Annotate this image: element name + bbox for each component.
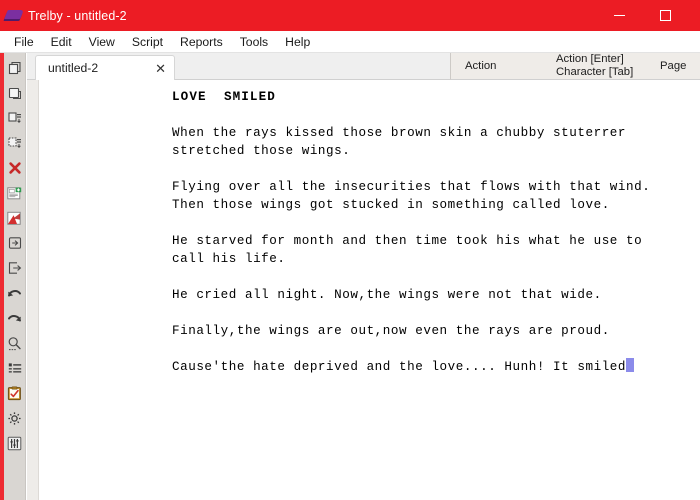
export-pdf-icon[interactable] — [5, 207, 25, 229]
window-controls — [596, 0, 700, 31]
editor-area[interactable]: LOVE SMILED When the rays kissed those br… — [27, 80, 700, 500]
menu-item-reports[interactable]: Reports — [172, 33, 232, 51]
minimize-button[interactable] — [596, 0, 642, 31]
script-action-block: Flying over all the insecurities that fl… — [172, 178, 672, 214]
menu-item-view[interactable]: View — [81, 33, 124, 51]
menu-item-edit[interactable]: Edit — [43, 33, 81, 51]
key-hint-tab: Character [Tab] — [556, 66, 634, 78]
export-html-icon[interactable] — [5, 182, 25, 204]
key-hints: Action [Enter] Character [Tab] — [556, 53, 658, 78]
close-icon[interactable]: ✕ — [129, 62, 166, 75]
script-line: stretched those wings. — [172, 144, 351, 158]
find-icon[interactable] — [5, 332, 25, 354]
script-text[interactable]: LOVE SMILED When the rays kissed those br… — [172, 88, 672, 376]
export-icon[interactable] — [5, 257, 25, 279]
script-line: Flying over all the insecurities that fl… — [172, 180, 651, 194]
script-line: LOVE SMILED — [172, 90, 276, 104]
script-line: He cried all night. Now,the wings were n… — [172, 288, 602, 302]
script-line: Finally,the wings are out,now even the r… — [172, 324, 610, 338]
outline-icon[interactable] — [5, 357, 25, 379]
titlebar-edge-spacer — [688, 0, 700, 31]
key-hint-enter: Action [Enter] — [556, 53, 624, 66]
script-line: Then those wings got stucked in somethin… — [172, 198, 610, 212]
redo-icon[interactable] — [5, 307, 25, 329]
page-indicator-label: Page — [660, 59, 687, 72]
titlebar: Trelby - untitled-2 — [0, 0, 700, 31]
undo-icon[interactable] — [5, 282, 25, 304]
trelby-logo-icon — [0, 0, 26, 31]
maximize-button[interactable] — [642, 0, 688, 31]
trelby-window: Trelby - untitled-2 File Edit View Scrip… — [0, 0, 700, 500]
script-line: call his life. — [172, 252, 286, 266]
script-action-block: Finally,the wings are out,now even the r… — [172, 322, 672, 340]
menu-item-file[interactable]: File — [6, 33, 43, 51]
spellcheck-icon[interactable] — [5, 382, 25, 404]
script-page[interactable]: LOVE SMILED When the rays kissed those br… — [38, 80, 700, 500]
window-title: Trelby - untitled-2 — [28, 8, 127, 23]
settings-icon[interactable] — [5, 407, 25, 429]
script-line: He starved for month and then time took … — [172, 234, 643, 248]
status-panel: Action Action [Enter] Character [Tab] Pa… — [450, 53, 700, 80]
script-settings-icon[interactable] — [5, 432, 25, 454]
script-action-block: He cried all night. Now,the wings were n… — [172, 286, 672, 304]
current-element-type: Action — [465, 59, 497, 72]
script-line: Cause'the hate deprived and the love....… — [172, 358, 672, 376]
menu-item-tools[interactable]: Tools — [232, 33, 277, 51]
script-action-block: Cause'the hate deprived and the love....… — [172, 358, 672, 376]
tab-label: untitled-2 — [48, 61, 99, 75]
new-script-icon[interactable] — [5, 57, 25, 79]
script-action-block: When the rays kissed those brown skin a … — [172, 124, 672, 160]
menu-item-help[interactable]: Help — [277, 33, 319, 51]
script-heading: LOVE SMILED — [172, 88, 672, 106]
close-script-icon[interactable] — [5, 157, 25, 179]
script-line: When the rays kissed those brown skin a … — [172, 126, 627, 140]
menubar: File Edit View Script Reports Tools Help — [0, 31, 700, 53]
tab-untitled-2[interactable]: untitled-2 ✕ — [35, 55, 175, 80]
menu-item-script[interactable]: Script — [124, 33, 172, 51]
text-caret — [626, 358, 635, 372]
save-script-icon[interactable] — [5, 107, 25, 129]
import-icon[interactable] — [5, 232, 25, 254]
left-toolbar — [4, 53, 26, 500]
open-script-icon[interactable] — [5, 82, 25, 104]
save-as-icon[interactable] — [5, 132, 25, 154]
script-action-block: He starved for month and then time took … — [172, 232, 672, 268]
